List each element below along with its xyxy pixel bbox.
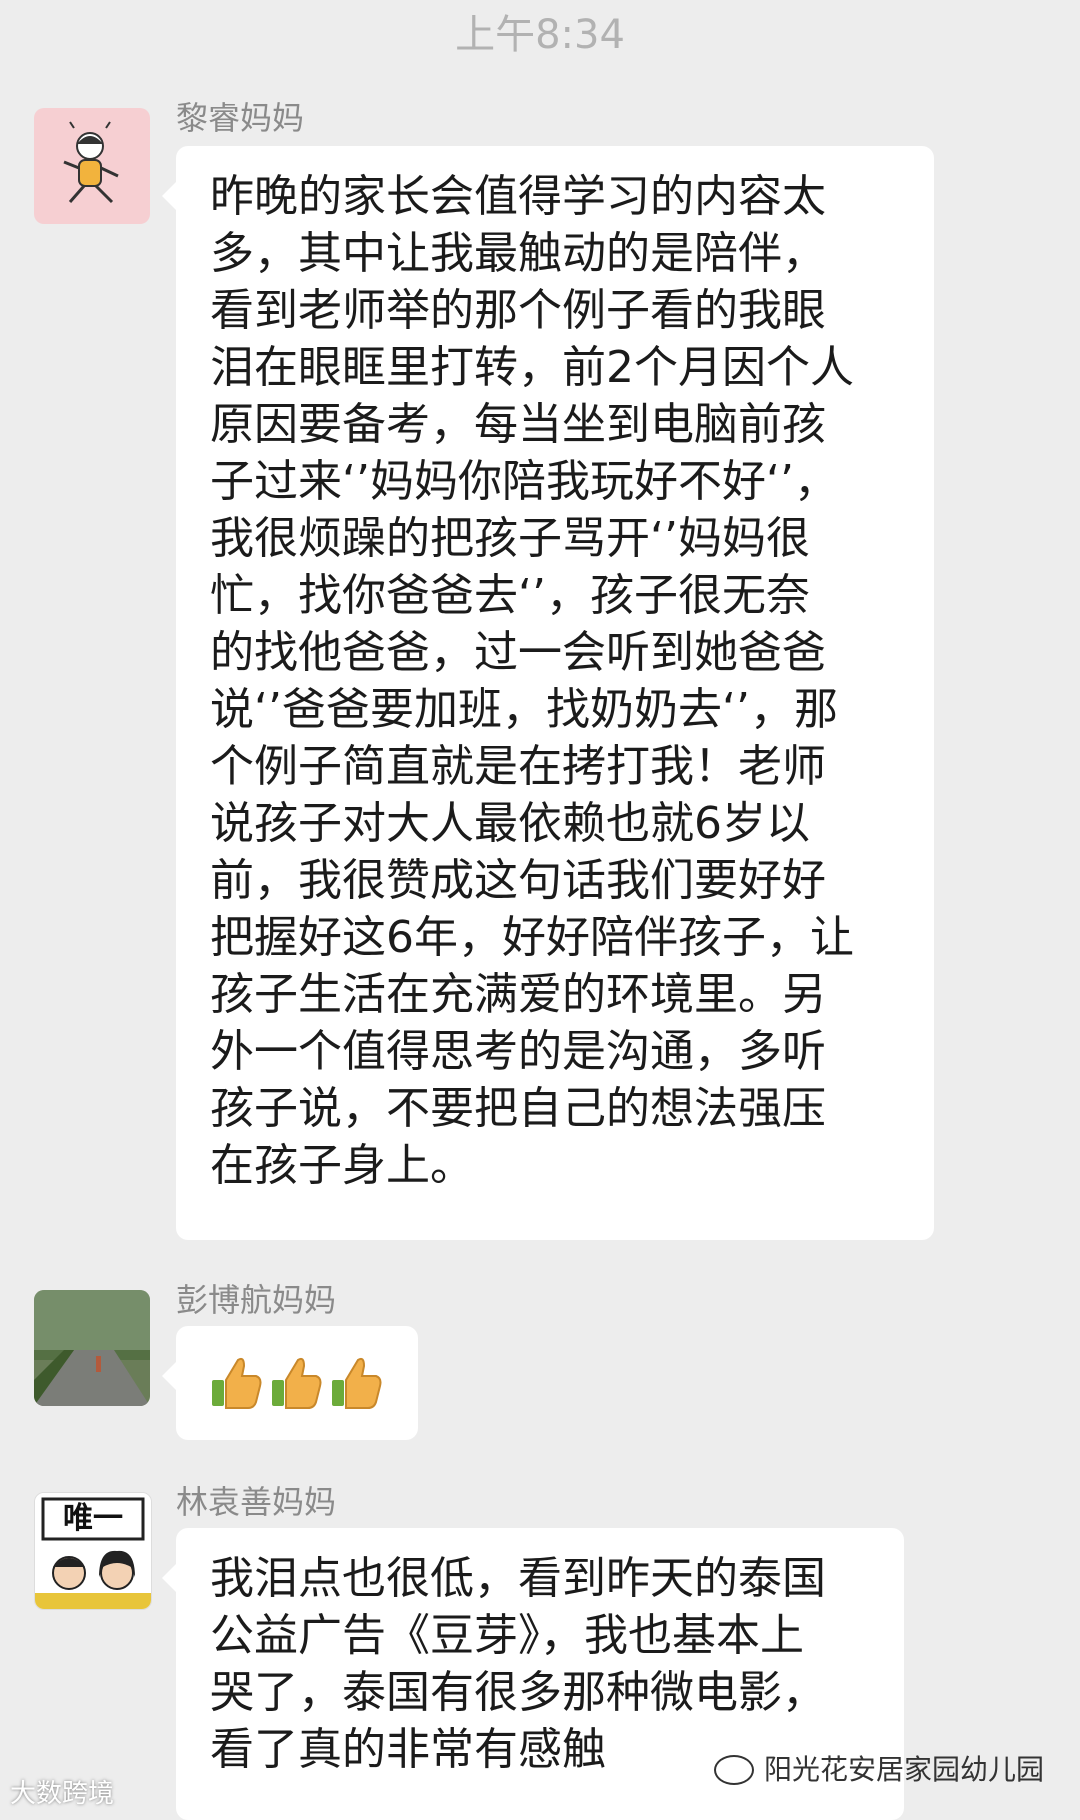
- thumbs-up-icon: [332, 1357, 382, 1409]
- sender-name: 彭博航妈妈: [176, 1281, 337, 1319]
- watermark-right-text: 阳光花安居家园幼儿园: [763, 1753, 1044, 1786]
- timestamp: 上午8:34: [455, 12, 625, 58]
- avatar[interactable]: [34, 108, 150, 224]
- watermark-right: 阳光花安居家园幼儿园: [713, 1752, 1044, 1788]
- avatar[interactable]: 唯一: [34, 1492, 152, 1610]
- avatar-label: 唯一: [63, 1501, 123, 1536]
- watermark-left: 大数跨境: [10, 1779, 115, 1809]
- avatar[interactable]: [34, 1290, 150, 1406]
- cartoon-girl-avatar-icon: [63, 121, 119, 204]
- thumbs-up-icon: [272, 1357, 322, 1409]
- message-bubble[interactable]: 昨晚的家长会值得学习的内容太 多，其中让我最触动的是陪伴， 看到老师举的那个例子…: [162, 146, 934, 1240]
- sender-name: 黎睿妈妈: [176, 99, 305, 137]
- message-text: 我泪点也很低，看到昨天的泰国 公益广告《豆芽》，我也基本上 哭了，泰国有很多那种…: [210, 1553, 826, 1775]
- sender-name: 林袁善妈妈: [176, 1483, 337, 1521]
- message-bubble[interactable]: [162, 1326, 418, 1440]
- road-photo-avatar-icon: [34, 1290, 150, 1406]
- emoji-row: [210, 1348, 384, 1410]
- wechat-icon: [713, 1755, 754, 1785]
- thumbs-up-icon: [212, 1357, 262, 1409]
- message-text: 昨晚的家长会值得学习的内容太 多，其中让我最触动的是陪伴， 看到老师举的那个例子…: [210, 171, 854, 1191]
